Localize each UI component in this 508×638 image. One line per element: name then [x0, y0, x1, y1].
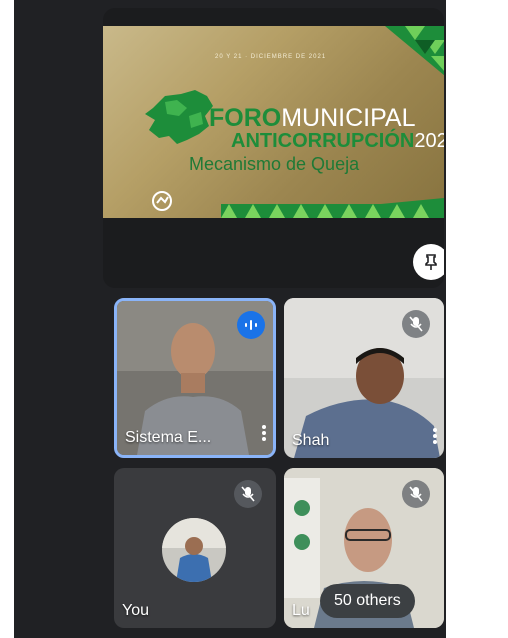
avatar [162, 518, 226, 582]
meeting-screen: 20 Y 21 · DICIEMBRE DE 2021 FOROMUNICIPA… [14, 0, 446, 638]
pin-button[interactable] [413, 244, 444, 280]
participant-tile-shah[interactable]: Shah [284, 298, 444, 458]
triangle-pattern-bottom [221, 198, 444, 218]
participant-tile-you[interactable]: You [114, 468, 276, 628]
dot [433, 440, 437, 444]
presentation-slide: 20 Y 21 · DICIEMBRE DE 2021 FOROMUNICIPA… [103, 26, 444, 218]
more-options-button[interactable] [261, 423, 267, 443]
map-graphic [145, 90, 213, 144]
slide-title-foro: FORO [209, 104, 282, 132]
participant-name: Lu [292, 602, 310, 619]
slide-subtitle: Mecanismo de Queja [189, 154, 360, 174]
organization-logo [152, 191, 172, 211]
dot [433, 428, 437, 432]
others-count-button[interactable]: 50 others [320, 584, 415, 618]
slide-title-municipal: MUNICIPAL [281, 104, 416, 132]
more-options-button[interactable] [432, 426, 438, 446]
mic-muted-indicator [402, 310, 430, 338]
pin-icon [425, 254, 437, 270]
slide-title-anticorrupcion: ANTICORRUPCIÓN [231, 130, 415, 152]
dot [262, 431, 266, 435]
triangle-pattern-top [385, 26, 444, 76]
presentation-stage[interactable]: 20 Y 21 · DICIEMBRE DE 2021 FOROMUNICIPA… [103, 8, 444, 288]
participant-name: Sistema E... [125, 429, 212, 446]
speaking-indicator [237, 311, 265, 339]
participant-name: You [122, 602, 149, 619]
participant-tile-lu[interactable]: Lu 50 others [284, 468, 444, 628]
participant-name: Shah [292, 432, 330, 449]
participant-tile-sistema[interactable]: Sistema E... [114, 298, 276, 458]
slide-title-line2: ANTICORRUPCIÓN2021 [231, 131, 444, 151]
slide-date: 20 Y 21 · DICIEMBRE DE 2021 [215, 54, 327, 60]
slide-title-line1: FOROMUNICIPAL [209, 106, 416, 131]
mic-muted-indicator [402, 480, 430, 508]
mic-muted-indicator [234, 480, 262, 508]
mic-off-icon [409, 316, 423, 332]
mic-off-icon [241, 486, 255, 502]
audio-wave-icon [245, 320, 257, 330]
slide-title-year: 2021 [414, 130, 444, 152]
mic-off-icon [409, 486, 423, 502]
dot [433, 434, 437, 438]
dot [262, 425, 266, 429]
dot [262, 437, 266, 441]
